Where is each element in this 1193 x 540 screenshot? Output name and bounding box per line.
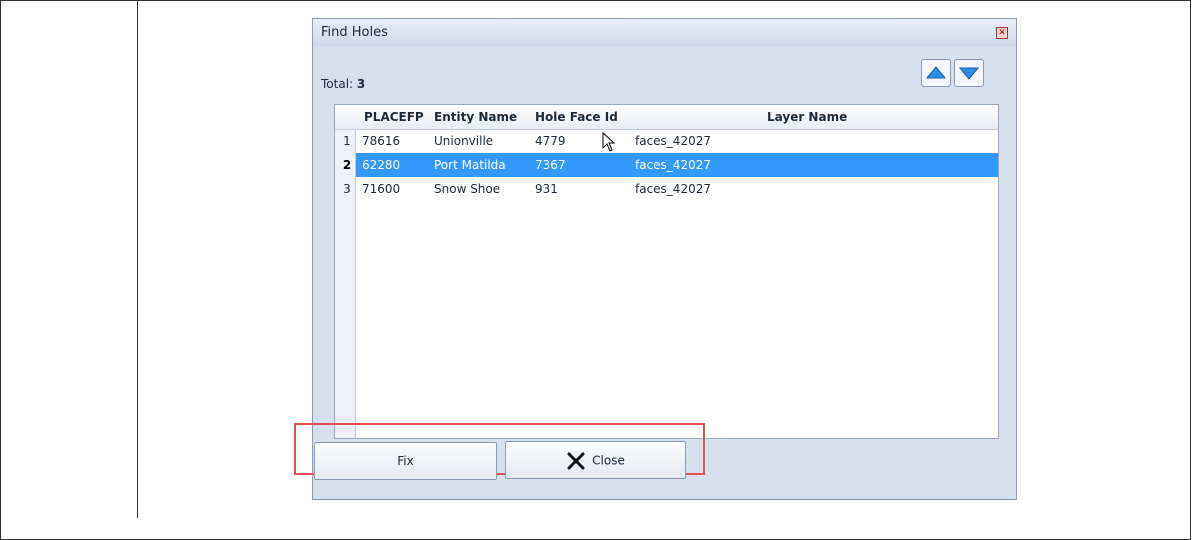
cell-placefp: 78616 [362, 134, 401, 148]
close-button-label: Close [592, 453, 625, 468]
dialog-title: Find Holes [321, 25, 388, 40]
move-down-button[interactable] [954, 59, 984, 87]
total-value: 3 [356, 77, 366, 91]
cell-placefp: 62280 [362, 158, 401, 172]
row-number: 2 [342, 158, 352, 172]
cell-hole-face-id: 4779 [535, 134, 566, 148]
mouse-cursor-icon [602, 132, 616, 152]
column-header-entity-name[interactable]: Entity Name [434, 110, 517, 124]
cell-entity-name: Snow Shoe [434, 182, 501, 196]
fix-button[interactable]: Fix [314, 442, 497, 480]
close-x-icon [567, 452, 585, 469]
cell-hole-face-id: 7367 [535, 158, 566, 172]
page-divider [137, 0, 138, 518]
total-label: Total: [321, 77, 354, 91]
arrow-up-icon [926, 66, 946, 79]
table-header: PLACEFP Entity Name Hole Face Id Layer N… [335, 105, 998, 130]
cell-entity-name: Unionville [434, 134, 494, 148]
table-row[interactable]: 1 78616 Unionville 4779 faces_42027 [335, 129, 998, 153]
cell-layer-name: faces_42027 [635, 182, 711, 196]
column-header-hole-face-id[interactable]: Hole Face Id [535, 110, 618, 124]
cell-entity-name: Port Matilda [434, 158, 506, 172]
cell-hole-face-id: 931 [535, 182, 558, 196]
table-row[interactable]: 3 71600 Snow Shoe 931 faces_42027 [335, 177, 998, 201]
close-icon[interactable]: ✕ [996, 27, 1008, 39]
cell-placefp: 71600 [362, 182, 401, 196]
holes-table[interactable]: PLACEFP Entity Name Hole Face Id Layer N… [334, 104, 999, 439]
column-header-layer-name[interactable]: Layer Name [767, 110, 847, 124]
dialog-titlebar: Find Holes ✕ [313, 19, 1016, 47]
table-row-selected[interactable]: 2 62280 Port Matilda 7367 faces_42027 [335, 153, 998, 177]
cell-layer-name: faces_42027 [635, 158, 711, 172]
close-button[interactable]: Close [505, 441, 686, 479]
row-number: 1 [343, 134, 351, 148]
row-number: 3 [343, 182, 351, 196]
cell-layer-name: faces_42027 [635, 134, 711, 148]
column-header-placefp[interactable]: PLACEFP [364, 110, 424, 124]
total-count: Total: 3 [321, 77, 365, 91]
move-up-button[interactable] [921, 59, 951, 87]
arrow-down-icon [959, 67, 979, 80]
